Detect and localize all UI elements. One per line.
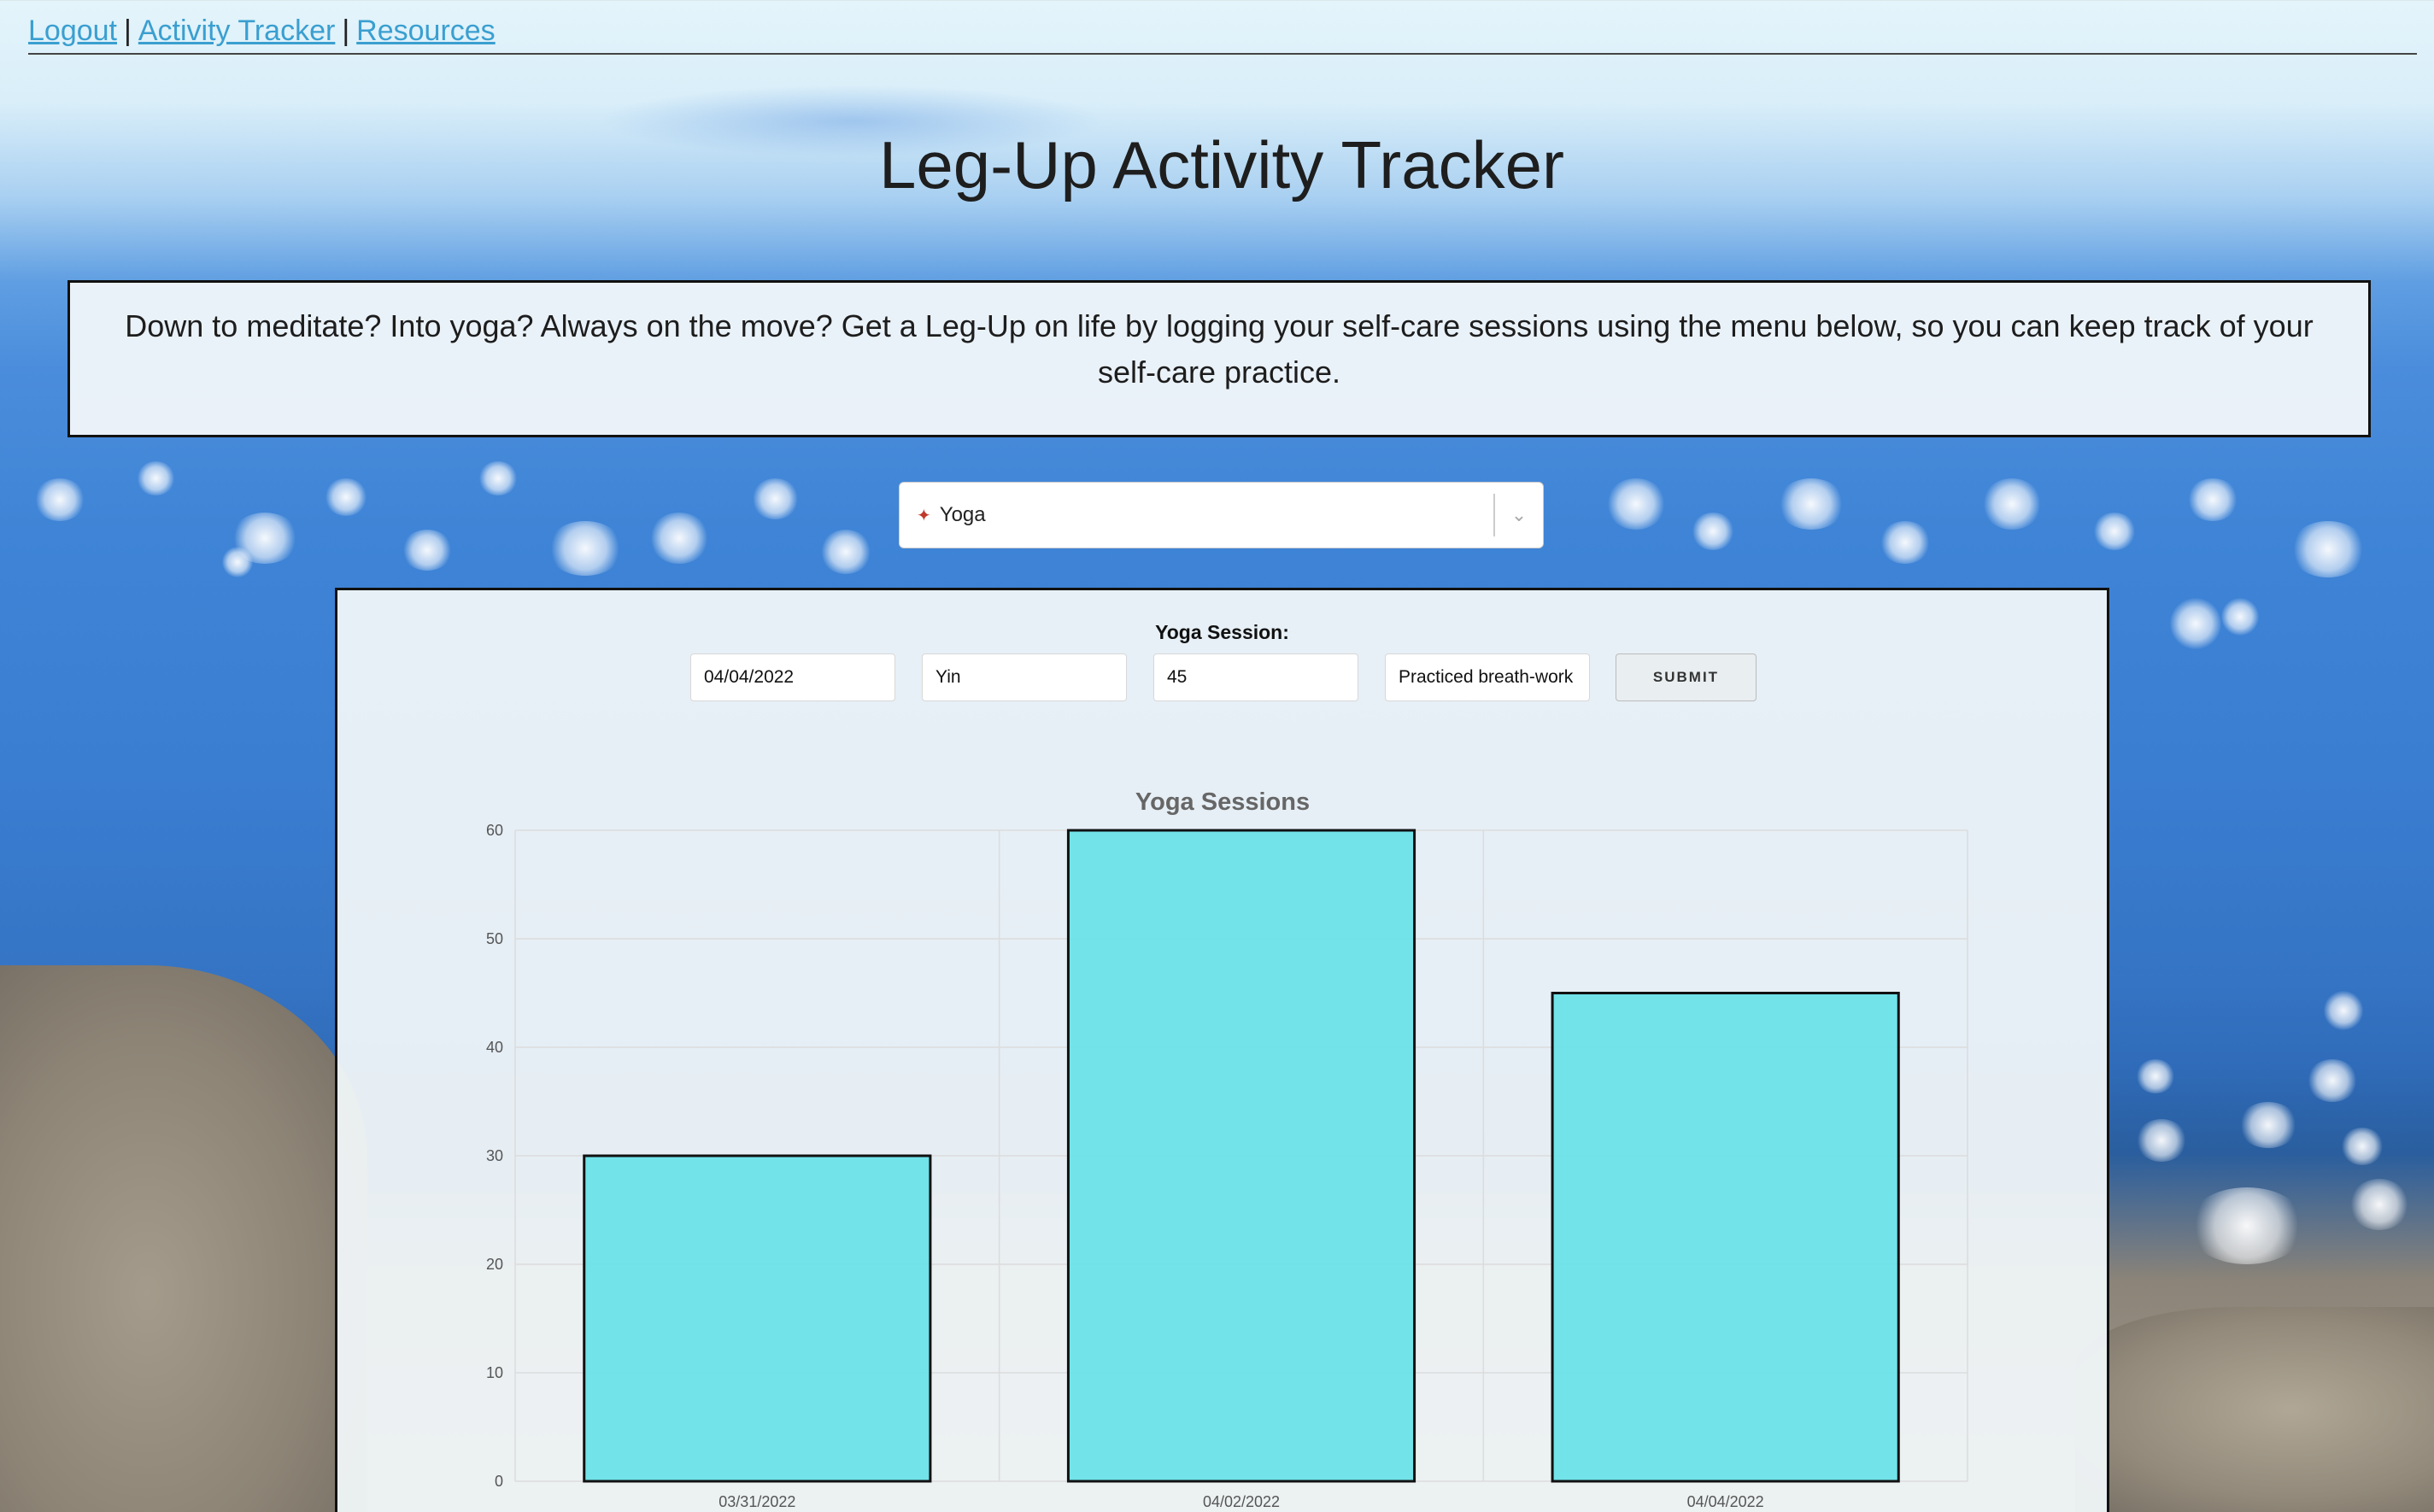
page-title: Leg-Up Activity Tracker [879, 127, 1564, 202]
bar [1551, 992, 1900, 1483]
nav-separator: | [342, 15, 350, 47]
background-rock-left [0, 965, 367, 1512]
activity-select-value: Yoga [939, 503, 986, 526]
y-tick-label: 0 [495, 1473, 503, 1490]
y-tick-label: 50 [486, 930, 503, 947]
activity-select[interactable]: ✦ Yoga ⌄ [899, 482, 1544, 548]
bar [1066, 829, 1416, 1483]
activity-panel: Yoga Session: SUBMIT Yoga Sessions 01020… [335, 588, 2109, 1512]
bar [583, 1154, 932, 1483]
x-tick-label: 04/04/2022 [1687, 1493, 1764, 1510]
x-tick-label: 04/02/2022 [1203, 1493, 1280, 1510]
y-tick-label: 40 [486, 1039, 503, 1056]
x-axis-ticks: 03/31/2022 04/02/2022 04/04/2022 [718, 1493, 1763, 1510]
background-rock-right [2075, 1307, 2434, 1512]
y-axis-ticks: 0 10 20 30 40 50 60 [486, 822, 503, 1490]
y-tick-label: 30 [486, 1147, 503, 1164]
logout-link[interactable]: Logout [28, 15, 117, 47]
top-nav: Logout | Activity Tracker | Resources [28, 9, 2417, 55]
intro-text: Down to meditate? Into yoga? Always on t… [67, 280, 2371, 437]
chart-bars [583, 829, 1900, 1483]
chevron-down-icon[interactable]: ⌄ [1495, 504, 1543, 526]
resources-link[interactable]: Resources [356, 15, 496, 47]
nav-separator: | [124, 15, 132, 47]
x-tick-label: 03/31/2022 [718, 1493, 795, 1510]
yoga-pose-icon: ✦ [917, 506, 931, 525]
y-tick-label: 60 [486, 822, 503, 839]
activity-tracker-link[interactable]: Activity Tracker [138, 15, 335, 47]
y-tick-label: 10 [486, 1364, 503, 1381]
chart-title: Yoga Sessions [1135, 788, 1310, 816]
yoga-sessions-chart: Yoga Sessions 0 10 20 30 40 50 60 03/31/2022 04… [486, 788, 1968, 1510]
y-tick-label: 20 [486, 1256, 503, 1273]
